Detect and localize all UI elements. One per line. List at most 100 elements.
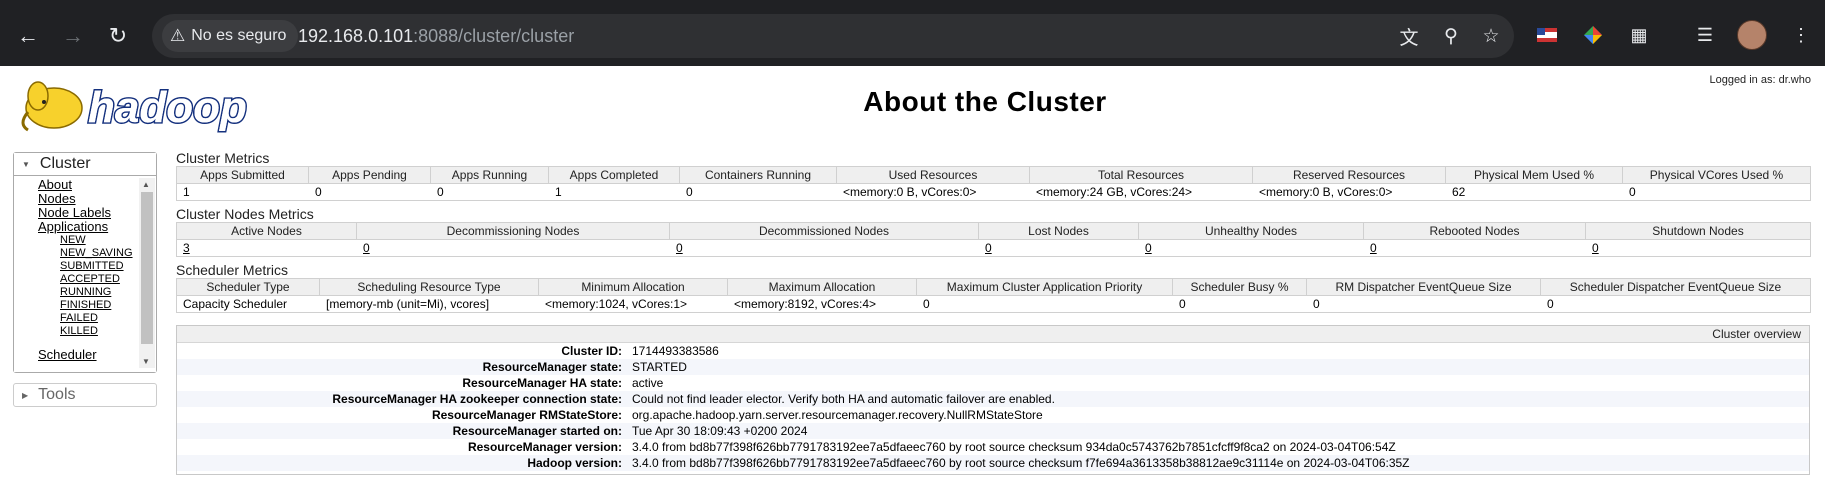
column-header[interactable]: Physical Mem Used % [1445, 166, 1623, 184]
extension-diamond-icon[interactable] [1580, 22, 1606, 48]
cluster-metrics-section: Cluster Metrics Apps Submitted Apps Pend… [176, 150, 1811, 201]
column-header[interactable]: Decommissioned Nodes [669, 222, 979, 240]
back-arrow-icon[interactable]: ← [10, 18, 46, 54]
column-header[interactable]: Decommissioning Nodes [356, 222, 670, 240]
forward-arrow-icon[interactable]: → [55, 18, 91, 54]
rebooted-nodes-link[interactable]: 0 [1370, 241, 1377, 255]
scroll-down-icon[interactable]: ▼ [142, 357, 150, 366]
reload-icon[interactable]: ↻ [100, 18, 136, 54]
app-state-failed[interactable]: FAILED [60, 312, 133, 325]
metric-value: 62 [1445, 183, 1623, 201]
table-row: ResourceManager state: STARTED [177, 359, 1809, 375]
column-header[interactable]: Scheduling Resource Type [319, 278, 539, 296]
sidebar-item-nodes[interactable]: Nodes [38, 192, 133, 206]
lost-nodes-link[interactable]: 0 [985, 241, 992, 255]
overview-key: ResourceManager HA zookeeper connection … [177, 391, 632, 407]
column-header[interactable]: Scheduler Dispatcher EventQueue Size [1540, 278, 1811, 296]
metric-value: 0 [430, 183, 549, 201]
more-menu-icon[interactable]: ⋮ [1788, 22, 1814, 48]
column-header[interactable]: Rebooted Nodes [1363, 222, 1586, 240]
table-row: Hadoop version: 3.4.0 from bd8b77f398f626… [177, 455, 1809, 471]
column-header[interactable]: Physical VCores Used % [1622, 166, 1811, 184]
sidebar: ▼ Cluster About Nodes Node Labels Applic… [13, 152, 157, 407]
decommissioned-nodes-link[interactable]: 0 [676, 241, 683, 255]
column-header[interactable]: Apps Running [430, 166, 549, 184]
app-state-new-saving[interactable]: NEW_SAVING [60, 247, 133, 260]
overview-key: ResourceManager version: [467, 440, 622, 454]
zoom-icon[interactable]: ⚲ [1438, 23, 1464, 49]
tools-accordion-header[interactable]: ▶ Tools [13, 383, 157, 407]
active-nodes-link[interactable]: 3 [183, 241, 190, 255]
column-header[interactable]: Shutdown Nodes [1585, 222, 1811, 240]
column-header[interactable]: Containers Running [679, 166, 837, 184]
extensions-puzzle-icon[interactable]: ▦ [1626, 22, 1652, 48]
cluster-overview-table: Cluster ID: 1714493383586 ResourceManager… [177, 343, 1809, 471]
column-header[interactable]: Used Resources [836, 166, 1030, 184]
overview-key: Cluster ID: [561, 344, 622, 358]
page-title: About the Cluster [863, 86, 1107, 117]
sidebar-item-about[interactable]: About [38, 178, 133, 192]
sidebar-scrollbar[interactable]: ▲ ▼ [139, 178, 155, 368]
column-header[interactable]: Apps Completed [548, 166, 680, 184]
metric-value: <memory:24 GB, vCores:24> [1029, 183, 1253, 201]
metric-value: 0 [1306, 295, 1541, 313]
column-header[interactable]: Unhealthy Nodes [1138, 222, 1364, 240]
metric-value: 0 [679, 183, 837, 201]
warning-icon: ⚠ [170, 26, 186, 45]
app-state-finished[interactable]: FINISHED [60, 299, 133, 312]
app-state-running[interactable]: RUNNING [60, 286, 133, 299]
star-icon[interactable]: ☆ [1478, 23, 1504, 49]
security-chip[interactable]: ⚠ No es seguro [162, 20, 299, 52]
table-row: ResourceManager RMStateStore: org.apache.… [177, 407, 1809, 423]
overview-value: 1714493383586 [632, 344, 719, 358]
cluster-metrics-table: Apps Submitted Apps Pending Apps Running… [176, 166, 1811, 201]
column-header[interactable]: Reserved Resources [1252, 166, 1446, 184]
column-header[interactable]: Minimum Allocation [538, 278, 728, 296]
address-bar[interactable]: ⚠ No es seguro 192.168.0.101:8088/cluste… [152, 14, 1514, 58]
cluster-overview-title: Cluster overview [177, 326, 1809, 343]
nodes-metrics-section: Cluster Nodes Metrics Active Nodes Decom… [176, 206, 1811, 257]
translate-icon[interactable]: 文 [1396, 23, 1422, 49]
column-header[interactable]: Total Resources [1029, 166, 1253, 184]
nodes-metrics-table: Active Nodes Decommissioning Nodes Decom… [176, 222, 1811, 257]
scroll-up-icon[interactable]: ▲ [142, 180, 150, 189]
sidebar-item-scheduler[interactable]: Scheduler [38, 348, 133, 362]
column-header[interactable]: Apps Pending [308, 166, 431, 184]
column-header[interactable]: Active Nodes [176, 222, 357, 240]
expanded-triangle-icon: ▼ [22, 159, 30, 169]
app-state-killed[interactable]: KILLED [60, 325, 133, 338]
overview-value: org.apache.hadoop.yarn.server.resourcema… [632, 408, 1043, 422]
app-state-submitted[interactable]: SUBMITTED [60, 260, 133, 273]
table-row: ResourceManager started on: Tue Apr 30 18… [177, 423, 1809, 439]
decommissioning-nodes-link[interactable]: 0 [363, 241, 370, 255]
unhealthy-nodes-link[interactable]: 0 [1145, 241, 1152, 255]
column-header[interactable]: Lost Nodes [978, 222, 1139, 240]
cluster-accordion: ▼ Cluster About Nodes Node Labels Applic… [13, 152, 157, 373]
column-header[interactable]: Maximum Cluster Application Priority [916, 278, 1173, 296]
media-queue-icon[interactable]: ☰ [1692, 22, 1718, 48]
sidebar-item-applications[interactable]: Applications [38, 220, 133, 234]
metric-value: <memory:0 B, vCores:0> [1252, 183, 1446, 201]
extension-flag-icon[interactable] [1534, 22, 1560, 48]
cluster-accordion-header[interactable]: ▼ Cluster [14, 153, 156, 175]
column-header[interactable]: Scheduler Busy % [1172, 278, 1307, 296]
security-label: No es seguro [191, 27, 287, 44]
metric-value: 0 [916, 295, 1173, 313]
url-text[interactable]: 192.168.0.101:8088/cluster/cluster [298, 26, 574, 47]
overview-value: Tue Apr 30 18:09:43 +0200 2024 [632, 423, 1809, 439]
sidebar-item-node-labels[interactable]: Node Labels [38, 206, 133, 220]
app-state-accepted[interactable]: ACCEPTED [60, 273, 133, 286]
overview-value: 3.4.0 from bd8b77f398f626bb7791783192ee7… [632, 440, 1396, 454]
column-header[interactable]: Apps Submitted [176, 166, 309, 184]
logged-in-label: Logged in as: dr.who [1709, 74, 1811, 86]
section-title: Scheduler Metrics [176, 262, 289, 278]
column-header[interactable]: Maximum Allocation [727, 278, 917, 296]
scheduler-metrics-table: Scheduler Type Scheduling Resource Type … [176, 278, 1811, 313]
column-header[interactable]: RM Dispatcher EventQueue Size [1306, 278, 1541, 296]
shutdown-nodes-link[interactable]: 0 [1592, 241, 1599, 255]
section-title: Cluster Metrics [176, 150, 270, 166]
browser-toolbar: ← → ↻ ⚠ No es seguro 192.168.0.101:8088/… [0, 0, 1825, 66]
app-state-new[interactable]: NEW [60, 234, 133, 247]
column-header[interactable]: Scheduler Type [176, 278, 320, 296]
avatar[interactable] [1737, 20, 1767, 50]
